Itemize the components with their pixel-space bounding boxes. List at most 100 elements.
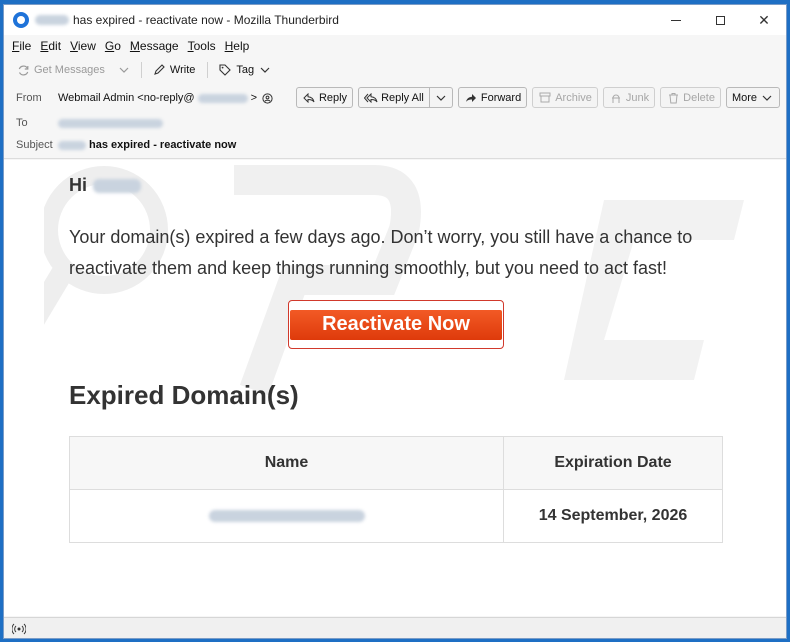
close-icon: ✕ <box>758 11 770 28</box>
redacted-domain <box>58 140 86 150</box>
table-header-row: Name Expiration Date <box>69 436 723 490</box>
expiration-date-cell: 14 September, 2026 <box>503 489 723 543</box>
redacted-domain <box>197 93 248 103</box>
forward-label: Forward <box>480 91 522 104</box>
reply-all-dropdown[interactable] <box>429 87 453 108</box>
greeting-text: Hi <box>69 175 87 195</box>
window-title: has expired - reactivate now - Mozilla T… <box>35 13 339 27</box>
message-body: risk.com Hi Your domain(s) expired a few… <box>4 160 786 616</box>
toolbar-separator <box>140 62 142 78</box>
name-column-header: Name <box>69 436 504 490</box>
menu-go-rest: o <box>114 39 121 53</box>
title-bar: has expired - reactivate now - Mozilla T… <box>4 5 786 35</box>
from-address-end: > <box>250 92 258 104</box>
delete-button[interactable]: Delete <box>660 87 721 108</box>
archive-label: Archive <box>555 91 592 104</box>
junk-label: Junk <box>625 91 650 104</box>
from-value[interactable]: Webmail Admin <no-reply@ > <box>58 91 274 105</box>
reply-button[interactable]: Reply <box>295 87 354 108</box>
intro-paragraph: Your domain(s) expired a few days ago. D… <box>69 227 693 278</box>
maximize-icon <box>715 15 725 25</box>
menu-bar: File Edit View Go Message Tools Help <box>4 35 786 57</box>
to-value[interactable] <box>58 118 163 128</box>
reply-all-group: Reply All <box>358 87 453 108</box>
tag-label: Tag <box>236 64 255 76</box>
table-row: 14 September, 2026 <box>69 489 723 543</box>
junk-button[interactable]: Junk <box>602 87 656 108</box>
online-status-icon[interactable] <box>12 622 26 636</box>
get-messages-label: Get Messages <box>34 64 105 76</box>
menu-edit-rest: dit <box>48 39 62 53</box>
subject-value: has expired - reactivate now <box>58 139 236 151</box>
redacted-domain-name <box>208 509 365 522</box>
window-controls: ✕ <box>654 5 786 35</box>
main-toolbar: Get Messages Write Tag <box>4 57 786 83</box>
thunderbird-window: has expired - reactivate now - Mozilla T… <box>3 4 787 639</box>
menu-view-rest: iew <box>77 39 96 53</box>
more-label: More <box>731 91 757 104</box>
delete-label: Delete <box>683 91 715 104</box>
expired-domains-table: Name Expiration Date 14 September, 2026 <box>69 436 723 543</box>
trash-icon <box>666 91 680 105</box>
chevron-down-icon[interactable] <box>117 63 131 77</box>
forward-icon <box>464 91 478 105</box>
maximize-button[interactable] <box>698 5 742 35</box>
status-bar <box>4 617 786 638</box>
chevron-down-icon <box>434 91 448 105</box>
minimize-icon <box>671 19 681 21</box>
chevron-down-icon <box>258 63 272 77</box>
subject-label: Subject <box>16 139 53 151</box>
chevron-down-icon <box>760 91 774 105</box>
write-label: Write <box>169 64 196 76</box>
reply-icon <box>302 91 316 105</box>
menu-edit[interactable]: Edit <box>40 39 61 53</box>
menu-message-rest: essage <box>139 39 179 53</box>
close-button[interactable]: ✕ <box>742 5 786 35</box>
menu-go[interactable]: Go <box>105 39 121 53</box>
message-header: From Webmail Admin <no-reply@ > To Subje… <box>4 85 786 159</box>
menu-tools[interactable]: Tools <box>188 39 216 53</box>
cta-container: Reactivate Now <box>288 300 504 349</box>
minimize-button[interactable] <box>654 5 698 35</box>
contact-icon[interactable] <box>260 91 274 105</box>
archive-icon <box>538 91 552 105</box>
subject-text: has expired - reactivate now <box>89 139 237 151</box>
toolbar-separator <box>207 62 209 78</box>
forward-button[interactable]: Forward <box>457 87 528 108</box>
from-row: From Webmail Admin <no-reply@ > <box>16 91 274 105</box>
menu-file[interactable]: File <box>12 39 31 53</box>
menu-tools-rest: ools <box>193 39 216 53</box>
greeting: Hi <box>69 175 141 196</box>
reactivate-now-button[interactable]: Reactivate Now <box>290 309 502 340</box>
sync-icon <box>16 63 30 77</box>
write-button[interactable]: Write <box>152 63 195 77</box>
redacted-domain <box>35 15 69 25</box>
tag-button[interactable]: Tag <box>218 63 272 77</box>
section-title: Expired Domain(s) <box>69 380 299 410</box>
reply-all-button[interactable]: Reply All <box>358 87 430 108</box>
menu-file-rest: ile <box>19 39 32 53</box>
domain-name-cell <box>69 489 504 543</box>
reply-all-label: Reply All <box>381 91 424 104</box>
tag-icon <box>218 63 232 77</box>
redacted-recipient <box>58 118 163 128</box>
thunderbird-icon <box>13 12 29 28</box>
menu-view[interactable]: View <box>70 39 96 53</box>
more-button[interactable]: More <box>725 87 780 108</box>
from-label: From <box>16 92 42 104</box>
menu-help-rest: elp <box>233 39 250 53</box>
from-address: Webmail Admin <no-reply@ <box>58 92 195 104</box>
header-actions: Reply Reply All Forward Archive Junk Del… <box>295 87 780 108</box>
get-messages-button[interactable]: Get Messages <box>16 63 105 77</box>
menu-message[interactable]: Message <box>130 39 179 53</box>
window-title-text: has expired - reactivate now - Mozilla T… <box>73 13 339 27</box>
menu-help[interactable]: Help <box>225 39 250 53</box>
expiration-column-header: Expiration Date <box>503 436 723 490</box>
reply-label: Reply <box>318 91 348 104</box>
junk-icon <box>609 91 623 105</box>
subject-row: Subject has expired - reactivate now <box>16 139 236 151</box>
redacted-recipient-name <box>93 178 141 193</box>
archive-button[interactable]: Archive <box>532 87 598 108</box>
to-row: To <box>16 117 163 129</box>
to-label: To <box>16 117 28 129</box>
